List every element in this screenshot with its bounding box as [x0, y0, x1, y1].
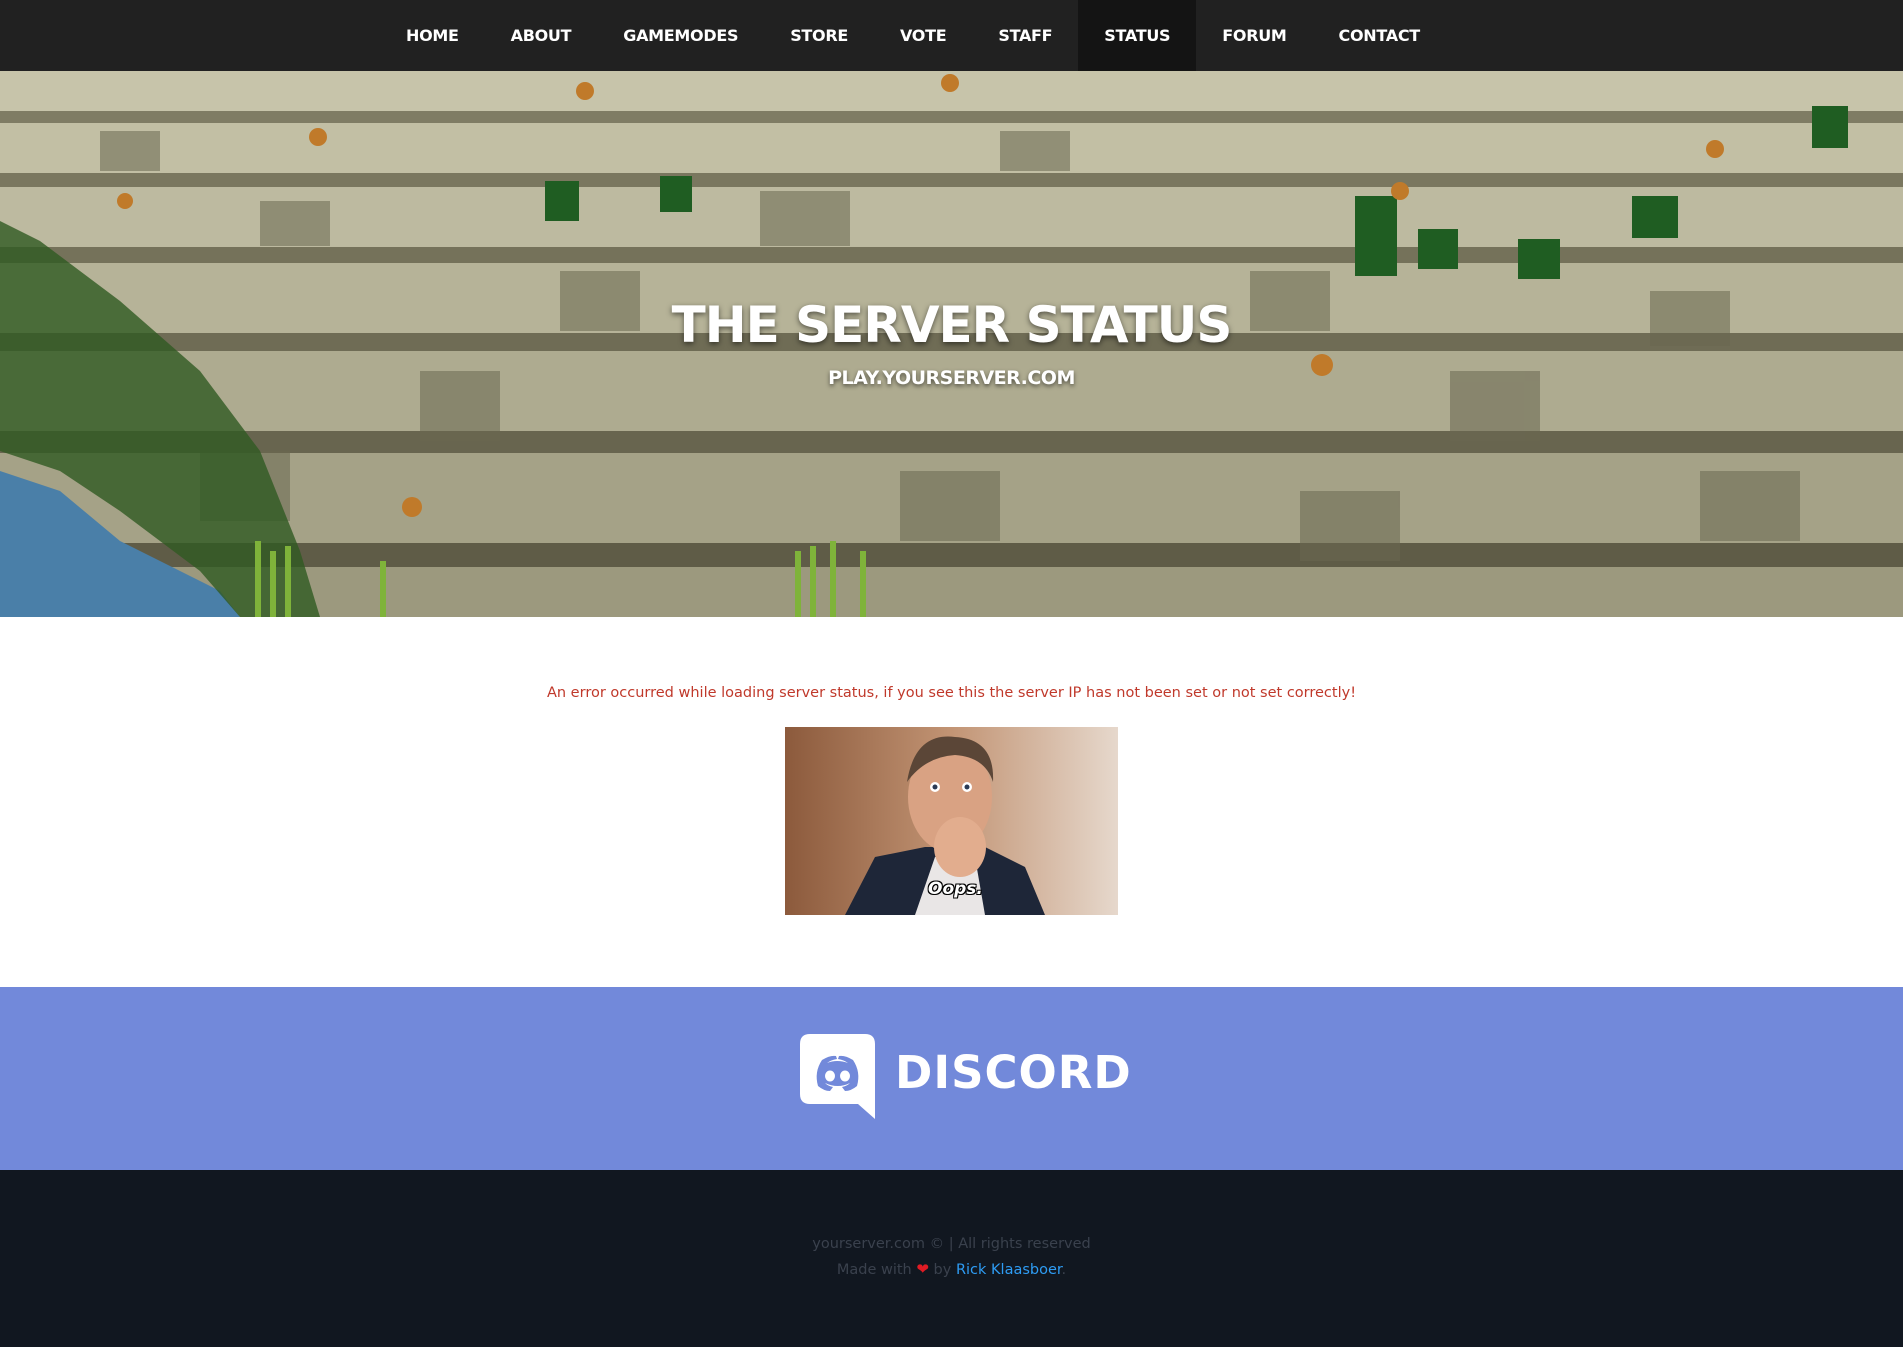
nav-item-gamemodes[interactable]: GAMEMODES	[597, 0, 764, 71]
author-link[interactable]: Rick Klaasboer	[956, 1262, 1062, 1278]
nav-item-about[interactable]: ABOUT	[485, 0, 598, 71]
nav-item-contact[interactable]: CONTACT	[1313, 0, 1446, 71]
discord-section: DISCORD	[0, 987, 1903, 1170]
nav-item-home[interactable]: HOME	[380, 0, 485, 71]
credits-line: Made with ❤ by Rick Klaasboer.	[0, 1260, 1903, 1278]
top-navigation: HOME ABOUT GAMEMODES STORE VOTE STAFF ST…	[0, 0, 1903, 71]
nav-item-status[interactable]: STATUS	[1078, 0, 1197, 71]
status-error-message: An error occurred while loading server s…	[546, 685, 1357, 701]
server-address: PLAY.YOURSERVER.COM	[828, 367, 1075, 389]
oops-caption: Oops.	[928, 879, 983, 899]
status-section: An error occurred while loading server s…	[0, 617, 1903, 987]
hero-banner: THE SERVER STATUS PLAY.YOURSERVER.COM	[0, 71, 1903, 617]
nav-item-vote[interactable]: VOTE	[874, 0, 972, 71]
footer-period: .	[1061, 1262, 1067, 1278]
heart-icon: ❤	[916, 1260, 929, 1278]
nav-menu: HOME ABOUT GAMEMODES STORE VOTE STAFF ST…	[380, 0, 1446, 71]
nav-item-store[interactable]: STORE	[764, 0, 874, 71]
site-footer: yourserver.com © | All rights reserved M…	[0, 1170, 1903, 1347]
by-text: by	[933, 1262, 952, 1278]
nav-item-staff[interactable]: STAFF	[972, 0, 1078, 71]
discord-icon	[800, 1034, 875, 1119]
discord-wordmark: DISCORD	[895, 1046, 1132, 1099]
page-title: THE SERVER STATUS	[671, 296, 1233, 354]
copyright-text: yourserver.com © | All rights reserved	[812, 1236, 1091, 1252]
nav-item-forum[interactable]: FORUM	[1196, 0, 1312, 71]
made-with-text: Made with	[836, 1262, 912, 1278]
discord-link[interactable]: DISCORD	[800, 1034, 1131, 1119]
oops-gif-image: Oops.	[785, 727, 1118, 915]
